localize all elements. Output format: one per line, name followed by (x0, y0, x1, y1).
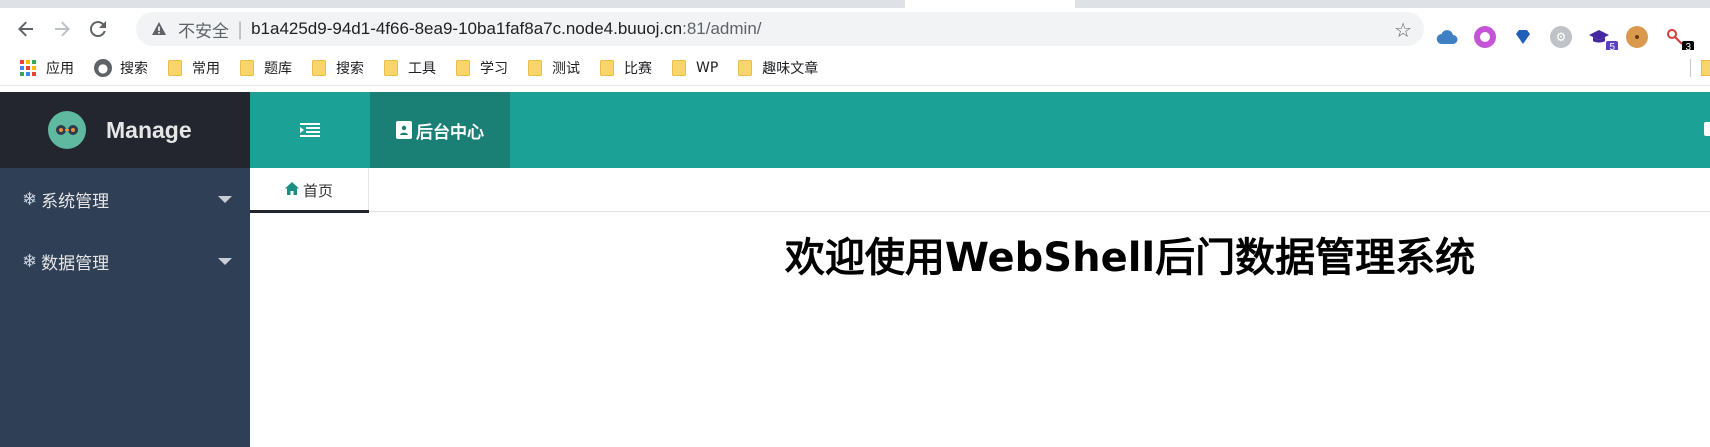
folder-icon (600, 59, 614, 76)
bookmark-search[interactable]: ● 搜索 (86, 54, 156, 82)
url-text[interactable]: b1a425d9-94d1-4f66-8ea9-10ba1faf8a7c.nod… (251, 19, 761, 39)
bookmark-folder[interactable]: 题库 (232, 54, 300, 82)
bookmark-folder[interactable]: 常用 (160, 54, 228, 82)
cookie-extension-icon[interactable] (1626, 26, 1648, 48)
folder-icon (240, 59, 254, 76)
address-book-icon (396, 121, 412, 139)
sidebar-item-data[interactable]: ❄ 数据管理 (0, 230, 250, 292)
folder-icon (528, 59, 542, 76)
bookmark-folder-label: 常用 (192, 60, 220, 77)
bookmark-folder-label: 搜索 (336, 60, 364, 77)
admin-center-tab[interactable]: 后台中心 (370, 92, 510, 168)
bookmark-apps-label: 应用 (46, 60, 74, 77)
main-content: 欢迎使用WebShell后门数据管理系统 (250, 213, 1710, 447)
gear-extension-icon[interactable]: ⚙ (1550, 26, 1572, 48)
folder-icon (456, 59, 470, 76)
bookmark-folder[interactable]: 趣味文章 (730, 54, 826, 82)
bookmark-folder-label: 题库 (264, 60, 292, 77)
bookmark-folder[interactable]: 测试 (520, 54, 588, 82)
folder-icon (312, 59, 326, 76)
forward-icon[interactable] (44, 11, 80, 47)
bookmarks-bar: 应用 ● 搜索 常用 题库 搜索 工具 学习 测试 比赛 WP 趣味文章 (0, 50, 1710, 86)
insecure-label: 不安全 (178, 21, 229, 42)
bookmark-folder[interactable]: 搜索 (304, 54, 372, 82)
bookmark-folder-label: 比赛 (624, 60, 652, 77)
bookmark-apps[interactable]: 应用 (12, 54, 82, 82)
tab-home[interactable]: 首页 (250, 168, 369, 213)
apps-grid-icon (20, 59, 36, 76)
url-path: :81/admin/ (682, 19, 762, 38)
bookmark-folder-label: 测试 (552, 60, 580, 77)
logo-area: Manage (0, 92, 250, 168)
omnibox-separator: | (237, 18, 244, 40)
folder-icon (1700, 60, 1710, 76)
logo-icon (48, 111, 86, 149)
folder-icon (384, 59, 398, 76)
reload-icon[interactable] (80, 11, 116, 47)
sidebar-item-label: 系统管理 (41, 191, 110, 212)
globe-icon: ● (94, 58, 112, 77)
sidebar: Manage ❄ 系统管理 ❄ 数据管理 (0, 92, 250, 447)
folder-icon (168, 59, 182, 76)
bookmark-folder-label: 工具 (408, 60, 436, 77)
caret-down-icon (218, 196, 232, 203)
header-right-icon[interactable] (1704, 122, 1710, 136)
logo-text: Manage (106, 116, 192, 143)
hat-extension-icon[interactable]: 5 (1588, 26, 1618, 54)
bookmark-folder-label: 趣味文章 (762, 60, 819, 77)
other-bookmarks[interactable] (1690, 54, 1710, 82)
back-icon[interactable] (8, 11, 44, 47)
bookmark-folder[interactable]: WP (664, 54, 726, 82)
bookmark-folder-label: WP (696, 59, 719, 76)
bookmark-folder[interactable]: 工具 (376, 54, 444, 82)
browser-toolbar: 不安全 | b1a425d9-94d1-4f66-8ea9-10ba1faf8a… (0, 8, 1710, 54)
key-extension-icon[interactable]: 3 (1664, 26, 1694, 54)
folder-icon (672, 59, 686, 76)
bookmark-folder[interactable]: 学习 (448, 54, 516, 82)
home-icon (284, 181, 299, 199)
caret-down-icon (218, 258, 232, 265)
top-header: 后台中心 (250, 92, 1710, 168)
url-host: b1a425d9-94d1-4f66-8ea9-10ba1faf8a7c.nod… (251, 19, 683, 38)
warning-icon[interactable] (150, 20, 168, 38)
bookmark-folder[interactable]: 比赛 (592, 54, 660, 82)
bookmark-star-icon[interactable]: ☆ (1394, 18, 1412, 42)
folder-icon (738, 59, 753, 76)
address-bar[interactable]: 不安全 | b1a425d9-94d1-4f66-8ea9-10ba1faf8a… (136, 12, 1424, 46)
admin-center-label: 后台中心 (416, 122, 484, 143)
ring-extension-icon[interactable] (1474, 26, 1496, 48)
bookmark-search-label: 搜索 (120, 60, 148, 77)
bookmarks-divider (1690, 59, 1691, 77)
heart-extension-icon[interactable] (1512, 26, 1534, 48)
sidebar-item-system[interactable]: ❄ 系统管理 (0, 168, 250, 230)
admin-app: Manage ❄ 系统管理 ❄ 数据管理 后台中心 首页 欢迎使用WebShel… (0, 92, 1710, 447)
tab-home-label: 首页 (302, 181, 333, 200)
page-tab-bar: 首页 (250, 168, 1710, 213)
snowflake-icon: ❄ (22, 250, 38, 272)
welcome-heading: 欢迎使用WebShell后门数据管理系统 (784, 235, 1476, 281)
sidebar-item-label: 数据管理 (41, 253, 110, 274)
cloud-extension-icon[interactable] (1436, 26, 1458, 48)
bookmark-folder-label: 学习 (480, 60, 508, 77)
menu-toggle-icon[interactable] (250, 92, 370, 168)
active-tab-gap[interactable] (905, 0, 1075, 8)
browser-tab-strip (0, 0, 1710, 8)
snowflake-icon: ❄ (22, 188, 38, 210)
